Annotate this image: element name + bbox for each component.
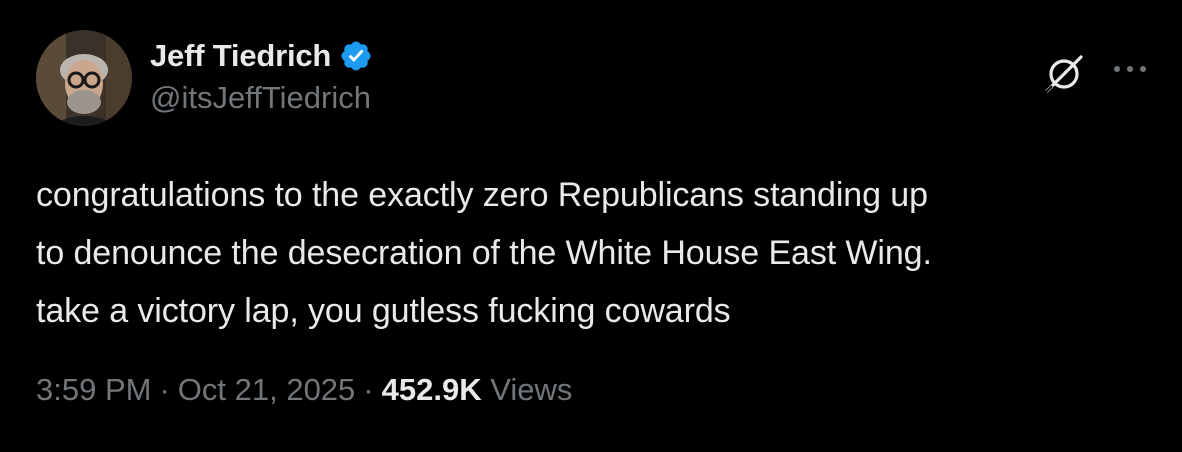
tweet-text-line: take a victory lap, you gutless fucking … (36, 292, 731, 330)
tweet-meta: 3:59 PM · Oct 21, 2025 · 452.9K Views (36, 372, 572, 408)
verified-badge-icon[interactable] (339, 39, 373, 73)
tweet-time-link[interactable]: 3:59 PM (36, 372, 151, 407)
author-display-name[interactable]: Jeff Tiedrich (150, 38, 331, 74)
meta-separator: · (159, 372, 170, 407)
name-row: Jeff Tiedrich (150, 36, 373, 76)
tweet-text-line: congratulations to the exactly zero Repu… (36, 176, 928, 214)
views-label: Views (490, 372, 573, 407)
views-link[interactable]: 452.9K Views (382, 372, 573, 407)
tweet-date-link[interactable]: Oct 21, 2025 (178, 372, 356, 407)
grok-icon[interactable] (1040, 50, 1088, 98)
views-count: 452.9K (381, 372, 482, 407)
author-handle[interactable]: @itsJeffTiedrich (150, 80, 373, 116)
meta-separator: · (363, 372, 374, 407)
avatar[interactable] (36, 30, 132, 126)
more-options-icon[interactable] (1108, 54, 1152, 84)
tweet-card: Jeff Tiedrich @itsJeffTiedrich congratul… (0, 0, 1182, 452)
tweet-text: congratulations to the exactly zero Repu… (36, 166, 1156, 340)
tweet-text-line: to denounce the desecration of the White… (36, 234, 932, 272)
author-info: Jeff Tiedrich @itsJeffTiedrich (150, 36, 373, 116)
